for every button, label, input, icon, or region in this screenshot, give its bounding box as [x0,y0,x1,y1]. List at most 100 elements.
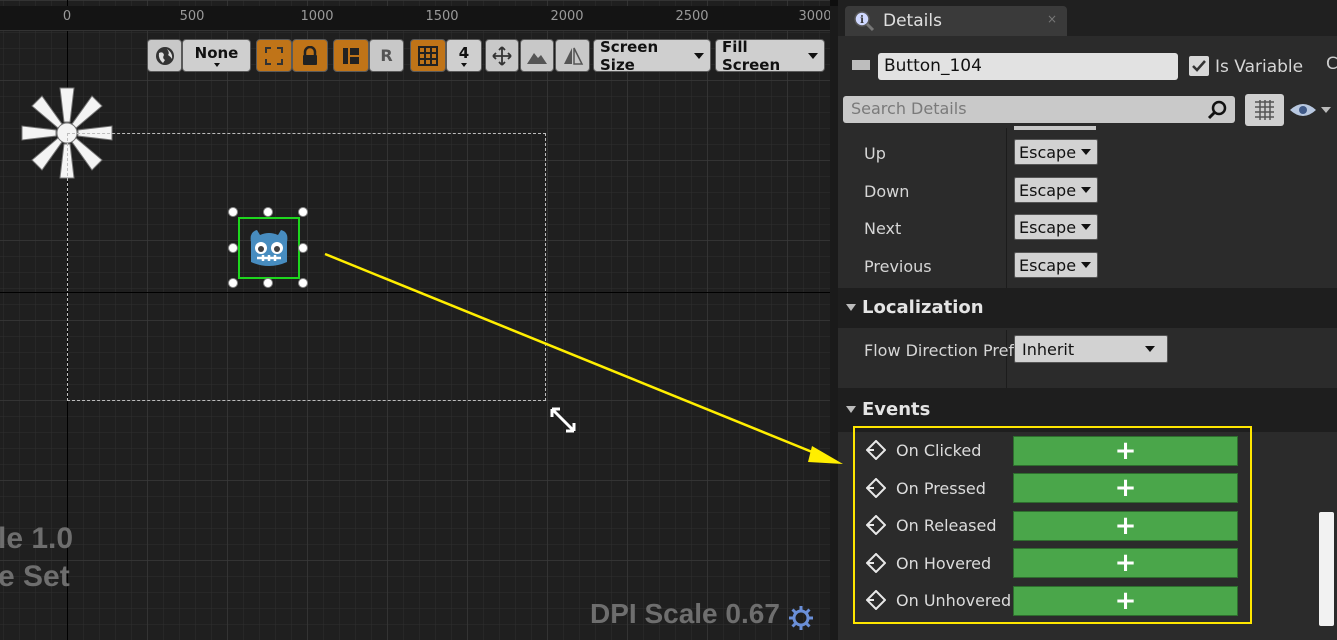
scale-set-text: e Set [0,560,70,593]
marquee-toggle[interactable] [256,39,292,72]
ruler-tick: 0 [62,9,72,24]
nav-previous-value: Escape [1019,255,1077,275]
nav-next-combo[interactable]: Escape [1014,214,1098,240]
mirror-icon [563,47,583,65]
flow-direction-value: Inherit [1022,339,1075,359]
resize-handle[interactable] [263,278,273,288]
resize-handle[interactable] [298,278,308,288]
widget-name-field[interactable]: Button_104 [878,53,1178,80]
anchor-dropdown[interactable]: None [182,39,251,72]
resize-diagonal-icon[interactable] [548,405,578,435]
nav-up-combo[interactable]: Escape [1014,139,1098,165]
section-localization-label: Localization [862,297,984,318]
widget-type-icon [852,60,870,70]
globe-button[interactable] [147,39,182,72]
collapse-triangle-icon [846,406,856,413]
details-magnifier-icon: i [854,11,875,32]
eye-icon[interactable] [1289,101,1317,119]
section-localization[interactable]: Localization [838,288,1337,328]
chevron-down-icon [694,52,704,59]
horizontal-ruler: 0 500 1000 1500 2000 2500 3000 [0,6,830,31]
gear-icon[interactable] [788,605,814,631]
chevron-down-icon [1145,346,1155,352]
chevron-down-icon [1081,149,1091,155]
fit-button[interactable] [485,39,519,72]
events-highlight-box [853,426,1252,624]
checkmark-icon [1192,60,1206,72]
chevron-down-icon [1081,224,1091,230]
chevron-down-icon [461,62,467,67]
screen-size-dropdown[interactable]: Screen Size [593,38,711,74]
nav-down-combo[interactable]: Escape [1014,177,1098,203]
svg-text:i: i [860,15,864,26]
collapse-triangle-icon [846,304,856,311]
grid-snap-toggle[interactable] [410,39,446,72]
lock-toggle[interactable] [292,39,328,72]
fit-arrows-icon [492,45,512,66]
ruler-tick: 2000 [550,9,584,24]
canvas-bounds [67,133,546,401]
chevron-down-icon [1081,262,1091,268]
resize-handle[interactable] [263,207,273,217]
nav-down-value: Escape [1019,180,1077,200]
layout-icon [343,47,359,64]
ruler-tick: 2500 [675,9,709,24]
search-placeholder: Search Details [851,99,967,118]
selected-button-widget[interactable] [238,217,300,279]
grid-size-dropdown[interactable]: 4 [446,39,482,72]
search-icon [1207,100,1227,120]
details-tab-title: Details [883,11,942,31]
column-divider [1006,128,1007,288]
flow-direction-combo[interactable]: Inherit [1014,335,1168,363]
search-details-input[interactable]: Search Details [843,96,1235,123]
dashed-square-icon [265,46,283,65]
nav-next-label: Next [864,219,902,238]
layout-toggle[interactable] [333,39,369,72]
nav-previous-label: Previous [864,257,932,276]
clipped-combo [1014,126,1096,130]
property-matrix-button[interactable] [1245,94,1284,126]
section-events-label: Events [862,399,931,420]
resize-handle[interactable] [228,278,238,288]
resize-handle[interactable] [228,243,238,253]
resize-handle[interactable] [228,207,238,217]
designer-viewport[interactable]: 0 500 1000 1500 2000 2500 3000 None R 4 … [0,0,830,640]
ruler-tick: 1000 [300,9,334,24]
chevron-down-icon [1081,187,1091,193]
scale-text: le 1.0 [0,522,74,555]
mirror-button[interactable] [555,39,590,72]
details-tab[interactable]: i Details × [845,6,1067,36]
nav-down-label: Down [864,182,910,201]
ruler-tick: 1500 [425,9,459,24]
grid-icon [418,45,438,66]
ruler-tick: 500 [179,9,205,24]
list-grid-icon [1255,100,1274,120]
anchor-dropdown-label: None [194,43,239,62]
chevron-down-icon [213,62,220,67]
godot-logo-icon [250,230,288,266]
lock-icon [303,45,317,65]
grid-size-value: 4 [458,43,470,62]
nav-previous-combo[interactable]: Escape [1014,252,1098,278]
nav-up-label: Up [864,144,886,163]
background-button[interactable] [520,39,554,72]
fill-screen-label: Fill Screen [722,37,781,74]
chevron-down-icon[interactable] [1321,107,1331,113]
is-variable-checkbox[interactable] [1189,56,1209,76]
r-toggle[interactable]: R [369,39,404,72]
close-icon[interactable]: × [1047,12,1057,26]
nav-next-value: Escape [1019,217,1077,237]
details-scrollbar-thumb[interactable] [1319,512,1334,626]
globe-icon [155,46,174,65]
resize-handle[interactable] [298,207,308,217]
overflow-label-fragment: C [1326,54,1337,74]
dpi-scale-text: DPI Scale 0.67 [590,598,780,629]
ruler-tick: 3000 [798,9,830,24]
nav-up-value: Escape [1019,142,1077,162]
mountain-icon [527,52,547,64]
flow-direction-label: Flow Direction Prefe [864,341,1024,360]
resize-handle[interactable] [298,243,308,253]
fill-screen-dropdown[interactable]: Fill Screen [715,37,825,74]
is-variable-label: Is Variable [1215,57,1304,77]
chevron-down-icon [808,52,818,59]
